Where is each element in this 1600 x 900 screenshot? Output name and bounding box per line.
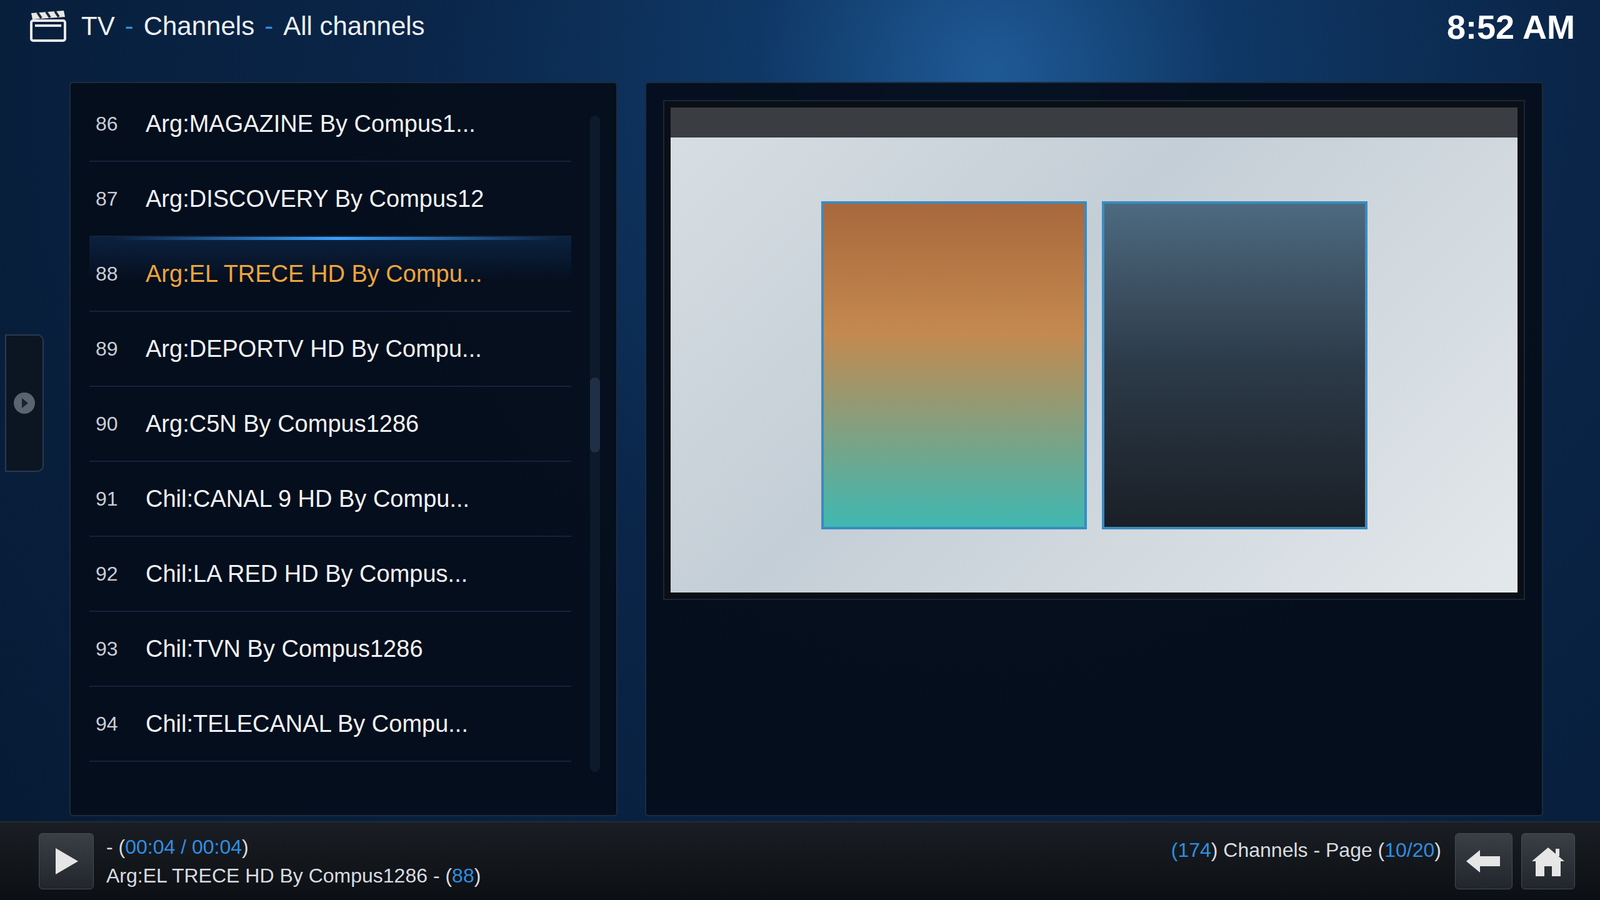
channel-number: 92 [89, 558, 146, 589]
clock: 8:52 AM [1446, 7, 1575, 47]
channel-name: Arg:C5N By Compus1286 [145, 406, 419, 442]
channel-row[interactable]: 90Arg:C5N By Compus1286 [89, 386, 572, 462]
channel-number: 93 [89, 633, 146, 664]
header: TV-Channels-All channels8:52 AM [0, 0, 1600, 82]
channel-name: Arg:DISCOVERY By Compus12 [145, 181, 484, 217]
channel-row[interactable]: 89Arg:DEPORTV HD By Compu... [89, 311, 572, 387]
channel-number: 89 [89, 333, 146, 364]
channel-row[interactable]: 87Arg:DISCOVERY By Compus12 [89, 161, 572, 237]
channel-name: Chil:TVN By Compus1286 [145, 631, 424, 667]
focus-glow [114, 236, 559, 240]
channel-number: 90 [89, 408, 146, 439]
scrollbar[interactable] [590, 115, 600, 772]
channel-count: (174) Channels - Page (10/20) [1171, 835, 1442, 865]
now-playing: - (00:04 / 00:04)Arg:EL TRECE HD By Comp… [106, 832, 481, 890]
channel-row[interactable]: 88Arg:EL TRECE HD By Compu... [89, 236, 572, 312]
channel-number: 86 [89, 108, 146, 139]
now-playing-title: Arg:EL TRECE HD By Compus1286 - (88) [106, 861, 481, 890]
channel-row[interactable]: 93Chil:TVN By Compus1286 [89, 611, 572, 687]
channel-name: Chil:TELECANAL By Compu... [145, 706, 469, 742]
side-menu-tab[interactable] [5, 334, 44, 472]
channel-list-panel: 86Arg:MAGAZINE By Compus1...87Arg:DISCOV… [69, 81, 618, 817]
preview-panel [645, 81, 1544, 817]
breadcrumb-separator: - [125, 7, 134, 45]
home-icon [1530, 845, 1566, 878]
channel-row[interactable]: 91Chil:CANAL 9 HD By Compu... [89, 461, 572, 537]
breadcrumb-item[interactable]: Channels [143, 7, 255, 45]
play-button[interactable] [38, 833, 94, 890]
breadcrumb: TV-Channels-All channels [28, 7, 425, 45]
channel-number: 94 [89, 708, 146, 739]
scrollbar-thumb[interactable] [590, 377, 600, 453]
channel-name: Arg:DEPORTV HD By Compu... [145, 331, 482, 367]
video-preview [670, 107, 1518, 593]
breadcrumb-separator: - [264, 7, 274, 45]
kodi-screen: TV-Channels-All channels8:52 AM86Arg:MAG… [0, 0, 1600, 900]
footer-bar: - (00:04 / 00:04)Arg:EL TRECE HD By Comp… [0, 821, 1600, 900]
channel-name: Arg:EL TRECE HD By Compu... [145, 256, 483, 292]
play-icon [51, 845, 81, 877]
channel-name: Chil:LA RED HD By Compus... [145, 556, 468, 592]
channel-name: Arg:MAGAZINE By Compus1... [145, 106, 476, 142]
home-button[interactable] [1521, 833, 1575, 890]
video-frame [663, 100, 1525, 600]
channel-row[interactable]: 94Chil:TELECANAL By Compu... [89, 686, 572, 762]
main-area: 86Arg:MAGAZINE By Compus1...87Arg:DISCOV… [0, 81, 1600, 822]
arrow-right-circle-icon [11, 390, 37, 416]
channel-row[interactable]: 86Arg:MAGAZINE By Compus1... [89, 86, 572, 162]
playback-time: - (00:04 / 00:04) [106, 832, 481, 862]
channel-row[interactable]: 92Chil:LA RED HD By Compus... [89, 536, 572, 612]
back-arrow-icon [1465, 847, 1503, 875]
channel-number: 91 [89, 483, 146, 514]
back-button[interactable] [1455, 833, 1513, 890]
channel-number: 88 [89, 258, 146, 289]
breadcrumb-item[interactable]: TV [81, 7, 115, 45]
breadcrumb-item[interactable]: All channels [283, 7, 425, 45]
channel-number: 87 [89, 183, 146, 214]
channel-name: Chil:CANAL 9 HD By Compu... [145, 481, 470, 517]
channel-list: 86Arg:MAGAZINE By Compus1...87Arg:DISCOV… [89, 86, 572, 815]
tv-clapper-icon [28, 9, 68, 44]
